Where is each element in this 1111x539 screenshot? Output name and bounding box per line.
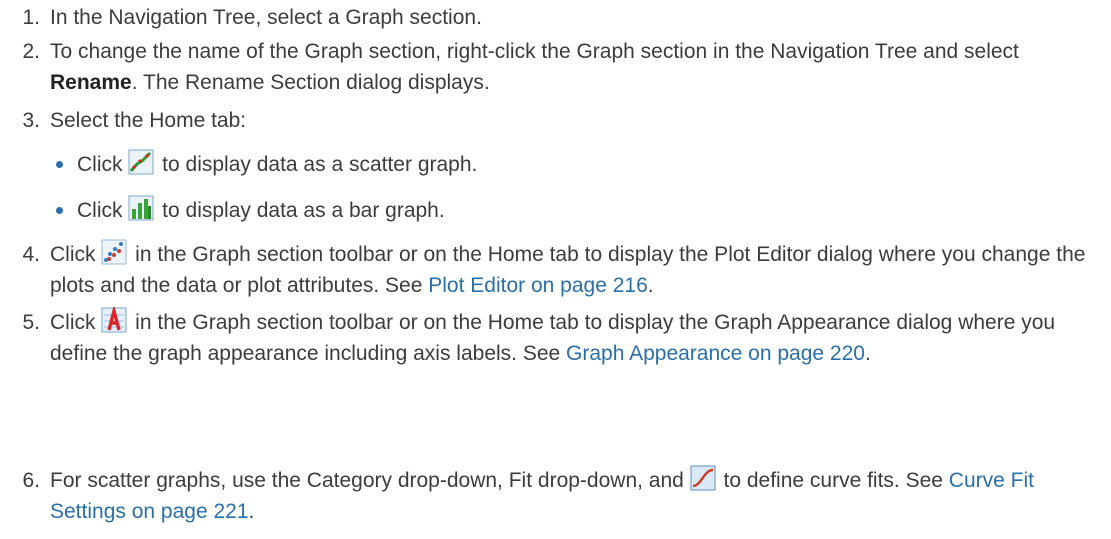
step-text: Click <box>50 311 96 334</box>
step-text-mid: in the Graph section toolbar or on the H… <box>50 311 1056 365</box>
step-body: Click in the Graph section toolbar or on… <box>50 239 1091 301</box>
step-number: 5. <box>22 311 40 334</box>
plot-editor-link[interactable]: Plot Editor on page 216 <box>428 274 648 297</box>
bar-graph-icon[interactable] <box>128 195 154 221</box>
graph-appearance-icon[interactable] <box>101 307 127 333</box>
step-text: In the Navigation Tree, select a Graph s… <box>50 6 482 29</box>
step-number: 2. <box>22 40 40 63</box>
step-text-end: . <box>248 500 255 523</box>
bullet-text-end: to display data as a bar graph. <box>156 199 445 222</box>
step-text: To change the name of the Graph section,… <box>50 40 1019 63</box>
step-number: 3. <box>22 109 40 132</box>
bullet-text-end: to display data as a scatter graph. <box>156 153 478 176</box>
step-body: To change the name of the Graph section,… <box>50 36 1091 98</box>
bullet-dot <box>56 207 63 214</box>
step-number: 4. <box>22 243 40 266</box>
rename-command: Rename <box>50 71 132 94</box>
plot-editor-icon[interactable] <box>101 239 127 265</box>
bullet-text: Click <box>77 199 123 222</box>
document-page: 1. In the Navigation Tree, select a Grap… <box>0 0 1111 539</box>
step-number: 1. <box>22 6 40 29</box>
step-text-end: . The Rename Section dialog displays. <box>131 71 490 94</box>
scatter-graph-icon[interactable] <box>128 149 154 175</box>
step-text: Click <box>50 243 96 266</box>
step-text-end: . <box>647 274 654 297</box>
step-text-mid: to define curve fits. See <box>717 469 949 492</box>
step-body: For scatter graphs, use the Category dro… <box>50 465 1091 527</box>
step-text-end: . <box>864 342 871 365</box>
step-text: For scatter graphs, use the Category dro… <box>50 469 684 492</box>
step-text: Select the Home tab: <box>50 109 247 132</box>
curve-fit-icon[interactable] <box>690 465 716 491</box>
step-body: Click in the Graph section toolbar or on… <box>50 307 1091 369</box>
bullet-text: Click <box>77 153 123 176</box>
graph-appearance-link[interactable]: Graph Appearance on page 220 <box>566 342 865 365</box>
bullet-dot <box>56 161 63 168</box>
step-number: 6. <box>22 469 40 492</box>
